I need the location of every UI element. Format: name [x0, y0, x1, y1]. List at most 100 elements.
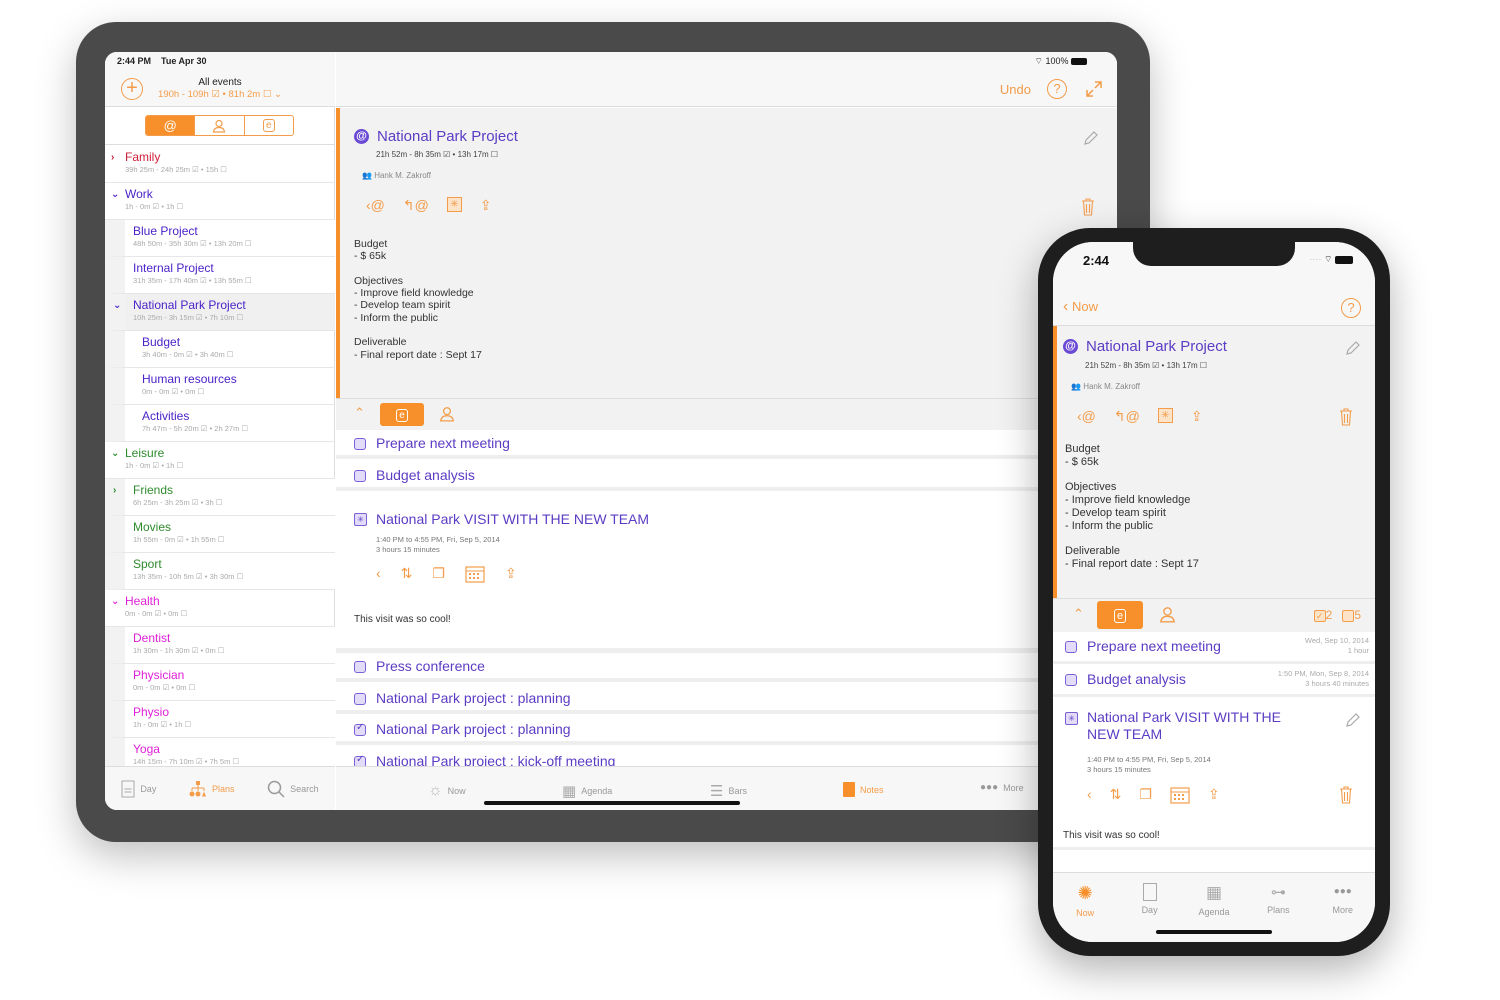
- back-chevron-icon[interactable]: ‹: [376, 565, 381, 583]
- plan-item[interactable]: › Friends 6h 25m - 3h 25m ☑ • 3h ☐: [105, 479, 335, 516]
- task-checkbox[interactable]: [354, 692, 366, 705]
- tab-day[interactable]: Day: [121, 780, 156, 798]
- plan-item[interactable]: Human resources 0m - 0m ☑ • 0m ☐: [105, 368, 335, 405]
- plan-item[interactable]: Activities 7h 47m - 5h 20m ☑ • 2h 27m ☐: [105, 405, 335, 442]
- share-icon[interactable]: ⇪: [1208, 786, 1220, 804]
- tab-more[interactable]: ●●● More: [1318, 883, 1368, 942]
- collapse-chevron-up-icon[interactable]: ⌃: [1073, 606, 1084, 622]
- task-checkbox[interactable]: [354, 661, 366, 673]
- edit-pencil-icon[interactable]: [1083, 130, 1099, 146]
- plan-item[interactable]: Sport 13h 35m - 10h 5m ☑ • 3h 30m ☐: [105, 553, 335, 590]
- task-checkbox[interactable]: [1065, 641, 1077, 653]
- trash-icon[interactable]: [1339, 408, 1353, 426]
- plan-item-stats: 10h 25m - 3h 15m ☑ • 7h 10m ☐: [133, 313, 244, 322]
- share-icon[interactable]: ⇪: [480, 197, 492, 214]
- plan-item[interactable]: Budget 3h 40m - 0m ☑ • 3h 40m ☐: [105, 331, 335, 368]
- plan-item[interactable]: ⌄ National Park Project 10h 25m - 3h 15m ☑…: [105, 294, 335, 331]
- events-filter-button[interactable]: e: [380, 403, 424, 426]
- tab-notes[interactable]: Notes: [843, 782, 884, 797]
- sort-arrows-icon[interactable]: ⇅: [1110, 786, 1122, 804]
- back-chevron-icon[interactable]: ‹: [1087, 786, 1092, 804]
- sidebar-summary[interactable]: 190h - 109h ☑ • 81h 2m ☐ ⌄: [145, 89, 295, 100]
- task-row[interactable]: National Park project : planning1:50 PM3: [336, 716, 1117, 745]
- calendar-icon[interactable]: [1170, 786, 1190, 804]
- help-button[interactable]: ?: [1047, 79, 1067, 99]
- segment-events[interactable]: e: [245, 116, 293, 135]
- chevron-right-icon[interactable]: ›: [111, 152, 114, 163]
- chevron-down-icon[interactable]: ⌄: [111, 448, 119, 459]
- items-toolbar: ⌃ e: [336, 398, 1117, 430]
- chevron-down-icon[interactable]: ⌄: [111, 189, 119, 200]
- plan-item-stats: 13h 35m - 10h 5m ☑ • 3h 30m ☐: [133, 572, 244, 581]
- task-title: Budget analysis: [376, 466, 475, 483]
- edit-pencil-icon[interactable]: [1345, 340, 1361, 356]
- person-filter-icon[interactable]: [439, 406, 455, 422]
- chevron-right-icon[interactable]: ›: [113, 485, 116, 496]
- plan-item[interactable]: ⌄ Work 1h - 0m ☑ • 1h ☐: [105, 183, 335, 220]
- edit-pencil-icon[interactable]: [1345, 712, 1361, 728]
- duplicate-icon[interactable]: ❐: [432, 565, 445, 583]
- add-button[interactable]: +: [121, 78, 143, 100]
- help-button[interactable]: ?: [1341, 298, 1361, 318]
- person-filter-icon[interactable]: [1159, 606, 1176, 623]
- event-time: 1:40 PM to 4:55 PM, Fri, Sep 5, 2014 3 ho…: [1087, 755, 1211, 774]
- task-row[interactable]: Press conference10:25 AM2: [336, 653, 1117, 682]
- collapse-chevron-up-icon[interactable]: ⌃: [354, 405, 365, 421]
- plan-item[interactable]: › Family 39h 25m - 24h 25m ☑ • 15h ☐: [105, 146, 335, 183]
- plan-item[interactable]: Dentist 1h 30m - 1h 30m ☑ • 0m ☐: [105, 627, 335, 664]
- segment-plans[interactable]: @: [146, 116, 196, 135]
- trash-icon[interactable]: [1081, 198, 1095, 216]
- trash-icon[interactable]: [1339, 786, 1353, 804]
- move-left-at-icon[interactable]: ‹@: [366, 197, 385, 214]
- task-checkbox[interactable]: [354, 722, 366, 736]
- chevron-down-icon[interactable]: ⌄: [113, 300, 121, 311]
- plan-item[interactable]: Internal Project 31h 35m - 17h 40m ☑ • 13…: [105, 257, 335, 294]
- share-icon[interactable]: ⇪: [505, 565, 517, 583]
- plan-item[interactable]: Blue Project 48h 50m - 35h 30m ☑ • 13h 20…: [105, 220, 335, 257]
- undo-button[interactable]: Undo: [1000, 82, 1031, 97]
- wifi-icon: ⌔: [1034, 56, 1043, 66]
- home-indicator: [484, 801, 740, 805]
- task-row[interactable]: Budget analysis 1:50 PM, Mon, Sep 8, 2014…: [1053, 665, 1375, 697]
- done-count[interactable]: ✓ 2: [1313, 608, 1332, 622]
- plan-item[interactable]: ⌄ Leisure 1h - 0m ☑ • 1h ☐: [105, 442, 335, 479]
- task-checkbox[interactable]: [1065, 674, 1077, 686]
- color-picker-icon[interactable]: ✳: [1157, 408, 1173, 423]
- task-checkbox[interactable]: [354, 438, 366, 450]
- expand-icon[interactable]: [1085, 80, 1103, 98]
- task-row[interactable]: National Park project : planning7:30 AM2: [336, 684, 1117, 714]
- tab-more[interactable]: ●●● More: [980, 782, 1024, 793]
- task-row[interactable]: Prepare next meeting: [336, 430, 1117, 459]
- task-checkbox[interactable]: [354, 469, 366, 482]
- tab-plans[interactable]: Plans: [189, 780, 234, 797]
- move-left-at-icon[interactable]: ‹@: [1077, 408, 1096, 425]
- plan-item-name: Blue Project: [133, 224, 198, 238]
- move-up-at-icon[interactable]: ↰@: [1114, 408, 1140, 425]
- plan-item[interactable]: Yoga 14h 15m - 7h 10m ☑ • 7h 5m ☐: [105, 738, 335, 766]
- plan-item[interactable]: Movies 1h 55m - 0m ☑ • 1h 55m ☐: [105, 516, 335, 553]
- plan-item[interactable]: Physician 0m - 0m ☑ • 0m ☐: [105, 664, 335, 701]
- task-time: Wed, Sep 10, 2014 1 hour: [1304, 636, 1369, 655]
- plan-item[interactable]: ⌄ Health 0m - 0m ☑ • 0m ☐: [105, 590, 335, 627]
- calendar-icon[interactable]: [465, 565, 485, 583]
- events-filter-button[interactable]: e: [1097, 601, 1143, 629]
- plan-item-stats: 39h 25m - 24h 25m ☑ • 15h ☐: [125, 165, 227, 174]
- task-row[interactable]: Prepare next meeting Wed, Sep 10, 2014 1 h…: [1053, 632, 1375, 664]
- tab-bars[interactable]: ☰ Bars: [710, 782, 747, 800]
- duplicate-icon[interactable]: ❐: [1139, 786, 1152, 804]
- sort-arrows-icon[interactable]: ⇅: [401, 565, 413, 583]
- tab-now[interactable]: ☼ Now: [428, 782, 466, 800]
- back-button[interactable]: ‹ Now: [1063, 298, 1098, 316]
- open-count[interactable]: 5: [1342, 608, 1361, 622]
- tab-now[interactable]: ✺ Now: [1060, 883, 1110, 942]
- sun-icon: ✺: [1077, 883, 1093, 903]
- chevron-down-icon[interactable]: ⌄: [111, 596, 119, 607]
- plan-item[interactable]: Physio 1h - 0m ☑ • 1h ☐: [105, 701, 335, 738]
- tab-search[interactable]: Search: [267, 780, 319, 798]
- move-up-at-icon[interactable]: ↰@: [403, 197, 429, 214]
- tab-agenda[interactable]: ▦ Agenda: [562, 782, 612, 800]
- segment-people[interactable]: [195, 116, 245, 135]
- color-picker-icon[interactable]: ✳: [446, 197, 462, 212]
- task-row[interactable]: Budget analysis1:50 PM3: [336, 461, 1117, 491]
- share-icon[interactable]: ⇪: [1191, 408, 1203, 425]
